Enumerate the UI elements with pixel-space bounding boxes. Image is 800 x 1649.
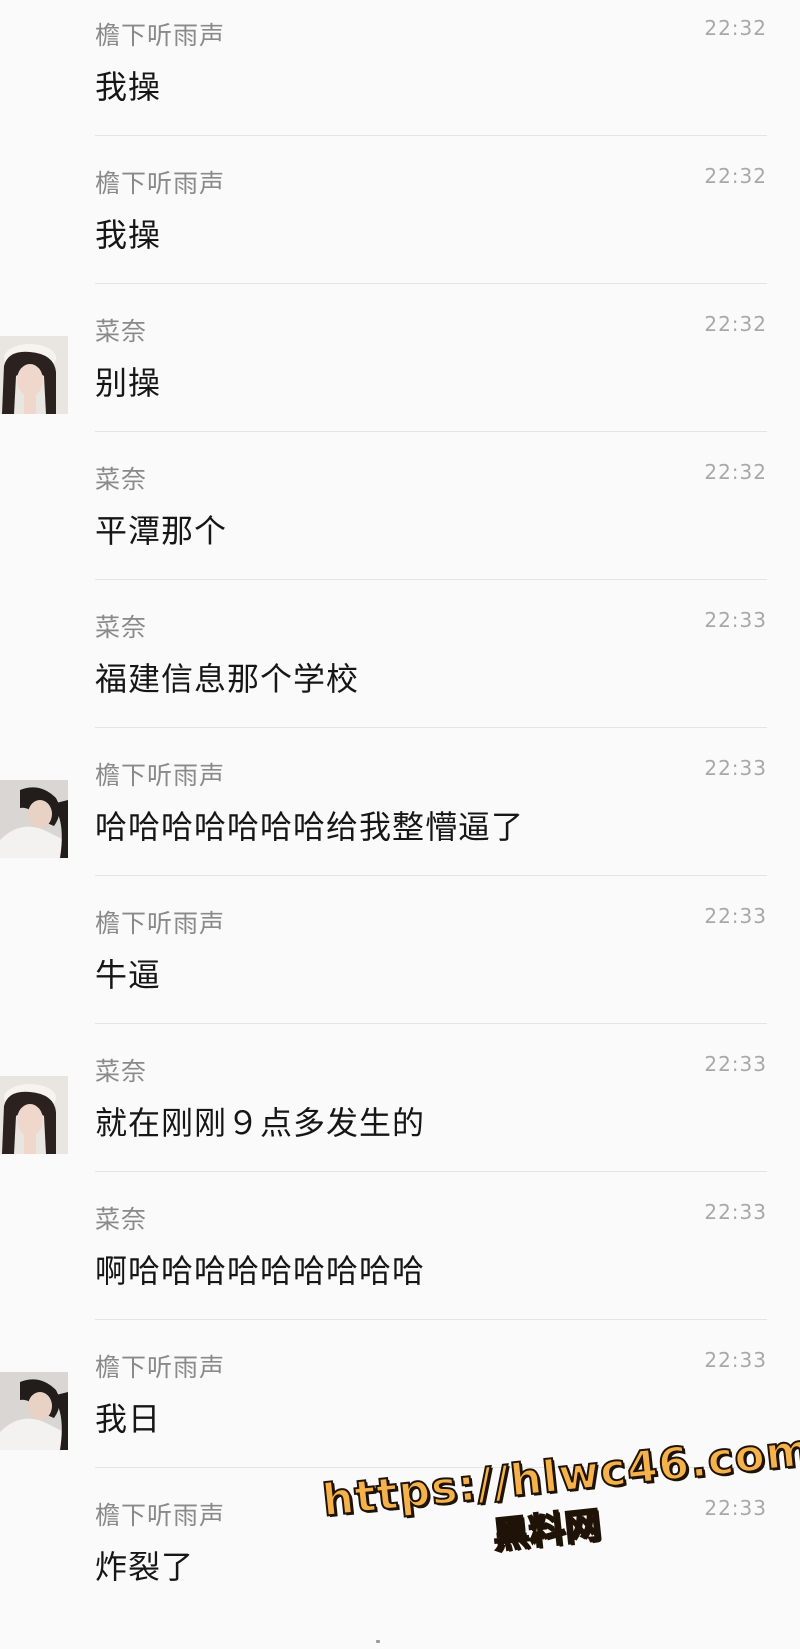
message-sender: 檐下听雨声 [95, 21, 226, 50]
message-item[interactable]: 菜奈 22:32 平潭那个 [0, 444, 800, 592]
message-sender: 檐下听雨声 [95, 1353, 226, 1382]
message-sender: 菜奈 [95, 317, 148, 346]
message-text: 牛逼 [95, 956, 162, 994]
message-text: 平潭那个 [95, 512, 228, 550]
cainai-avatar[interactable] [0, 336, 68, 414]
yanxia-avatar[interactable] [0, 780, 68, 858]
message-time: 22:33 [704, 608, 767, 632]
message-item[interactable]: 檐下听雨声 22:32 我操 [0, 0, 800, 148]
message-time: 22:33 [704, 1348, 767, 1372]
message-item[interactable]: 菜奈 22:33 福建信息那个学校 [0, 592, 800, 740]
message-sender: 菜奈 [95, 465, 148, 494]
message-time: 22:32 [704, 460, 767, 484]
message-divider [95, 579, 767, 580]
message-text: 我日 [95, 1400, 162, 1438]
message-time: 22:33 [704, 756, 767, 780]
message-sender: 檐下听雨声 [95, 909, 226, 938]
message-divider [95, 283, 767, 284]
message-time: 22:33 [704, 904, 767, 928]
message-item[interactable]: 菜奈 22:33 就在刚刚９点多发生的 [0, 1036, 800, 1184]
message-item[interactable]: 菜奈 22:32 别操 [0, 296, 800, 444]
message-text: 啊哈哈哈哈哈哈哈哈哈 [95, 1252, 426, 1290]
message-divider [95, 727, 767, 728]
message-time: 22:33 [704, 1052, 767, 1076]
message-sender: 菜奈 [95, 1057, 148, 1086]
message-text: 别操 [95, 364, 162, 402]
message-divider [95, 1023, 767, 1024]
message-item[interactable]: 檐下听雨声 22:33 牛逼 [0, 888, 800, 1036]
message-time: 22:32 [704, 164, 767, 188]
message-sender: 檐下听雨声 [95, 1501, 226, 1530]
message-text: 福建信息那个学校 [95, 660, 360, 698]
message-text: 就在刚刚９点多发生的 [95, 1104, 426, 1142]
message-divider [95, 1171, 767, 1172]
message-divider [95, 135, 767, 136]
message-sender: 菜奈 [95, 613, 148, 642]
message-time: 22:32 [704, 16, 767, 40]
message-sender: 菜奈 [95, 1205, 148, 1234]
message-item[interactable]: 檐下听雨声 22:32 我操 [0, 148, 800, 296]
message-divider [95, 1319, 767, 1320]
message-sender: 檐下听雨声 [95, 169, 226, 198]
message-text: 哈哈哈哈哈哈哈给我整懵逼了 [95, 808, 525, 846]
message-text: 我操 [95, 216, 162, 254]
message-divider [95, 875, 767, 876]
message-list[interactable]: 檐下听雨声 22:32 我操 檐下听雨声 22:32 我操 菜奈 22:32 别操 菜奈 22:32… [0, 0, 800, 1628]
message-item[interactable]: 菜奈 22:33 啊哈哈哈哈哈哈哈哈哈 [0, 1184, 800, 1332]
message-divider [95, 431, 767, 432]
cainai-avatar[interactable] [0, 1076, 68, 1154]
message-time: 22:32 [704, 312, 767, 336]
message-text: 炸裂了 [95, 1548, 195, 1586]
message-text: 我操 [95, 68, 162, 106]
message-item[interactable]: 檐下听雨声 22:33 哈哈哈哈哈哈哈给我整懵逼了 [0, 740, 800, 888]
message-sender: 檐下听雨声 [95, 761, 226, 790]
message-time: 22:33 [704, 1200, 767, 1224]
scroll-indicator [376, 1640, 380, 1643]
yanxia-avatar[interactable] [0, 1372, 68, 1450]
